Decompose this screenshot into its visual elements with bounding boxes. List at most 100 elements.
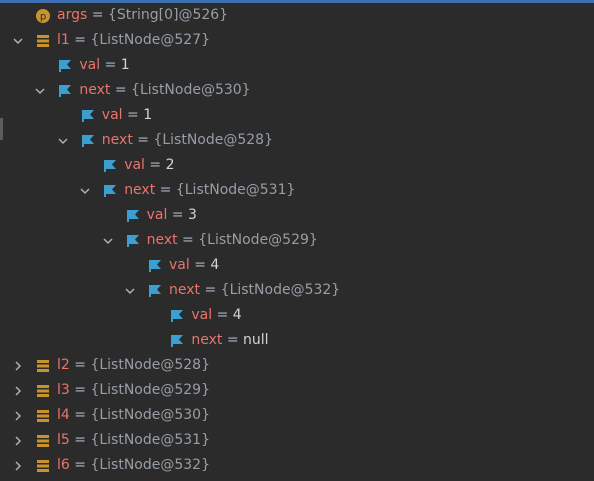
variable-label: val = 1 xyxy=(102,103,152,128)
equals-sign: = xyxy=(122,107,144,123)
chevron-down-icon[interactable] xyxy=(32,78,48,103)
variable-value: 3 xyxy=(188,207,197,223)
local-variable-icon xyxy=(35,378,51,403)
equals-sign: = xyxy=(144,157,166,173)
tree-row-args[interactable]: p args = {String[0]@526} xyxy=(0,3,594,28)
tree-row-val[interactable]: val = 2 xyxy=(0,153,594,178)
tree-row-next[interactable]: next = {ListNode@531} xyxy=(0,178,594,203)
variable-label: next = null xyxy=(191,328,268,353)
chevron-down-icon[interactable] xyxy=(55,128,71,153)
field-icon xyxy=(57,78,73,103)
variable-value: 2 xyxy=(165,157,175,173)
variable-name: l2 xyxy=(57,357,70,373)
variable-label: next = {ListNode@531} xyxy=(124,178,295,203)
chevron-down-icon[interactable] xyxy=(122,278,138,303)
variable-label: next = {ListNode@532} xyxy=(169,278,340,303)
field-icon xyxy=(125,203,141,228)
variable-name: next xyxy=(169,282,201,298)
variable-value: {ListNode@529} xyxy=(198,232,318,248)
local-variable-icon xyxy=(35,428,51,453)
variable-value: {ListNode@529} xyxy=(90,382,210,398)
variable-name: val xyxy=(79,57,101,73)
equals-sign: = xyxy=(155,182,176,198)
variable-label: l1 = {ListNode@527} xyxy=(57,28,210,53)
equals-sign: = xyxy=(69,357,91,373)
tree-row-val[interactable]: val = 1 xyxy=(0,53,594,78)
variable-name: l1 xyxy=(57,32,70,48)
variable-name: next xyxy=(146,232,178,248)
equals-sign: = xyxy=(69,432,91,448)
variable-value: 1 xyxy=(120,57,130,73)
variable-value: 4 xyxy=(232,307,242,323)
chevron-right-icon[interactable] xyxy=(10,403,26,428)
equals-sign: = xyxy=(177,232,199,248)
variable-name: next xyxy=(101,132,133,148)
field-icon xyxy=(169,303,185,328)
variable-label: l4 = {ListNode@530} xyxy=(57,403,210,428)
tree-row-l4[interactable]: l4 = {ListNode@530} xyxy=(0,403,594,428)
field-icon xyxy=(80,128,96,153)
equals-sign: = xyxy=(110,82,132,98)
variable-name: l6 xyxy=(57,457,70,473)
local-variable-icon xyxy=(35,403,51,428)
variable-name: l5 xyxy=(57,432,70,448)
field-icon xyxy=(169,328,185,353)
equals-sign: = xyxy=(212,307,233,323)
equals-sign: = xyxy=(132,132,154,148)
tree-row-next[interactable]: next = {ListNode@532} xyxy=(0,278,594,303)
variable-value: {ListNode@532} xyxy=(220,282,341,298)
field-icon xyxy=(102,178,118,203)
variable-label: l5 = {ListNode@531} xyxy=(57,428,210,453)
tree-row-val[interactable]: val = 3 xyxy=(0,203,594,228)
equals-sign: = xyxy=(69,32,91,48)
chevron-right-icon[interactable] xyxy=(10,353,26,378)
variable-name: val xyxy=(101,107,123,123)
param-icon: p xyxy=(35,3,51,28)
chevron-right-icon[interactable] xyxy=(10,378,26,403)
variable-label: val = 2 xyxy=(124,153,174,178)
variable-label: l6 = {ListNode@532} xyxy=(57,453,210,478)
chevron-down-icon[interactable] xyxy=(10,28,26,53)
variable-name: next xyxy=(191,332,223,348)
chevron-right-icon[interactable] xyxy=(10,453,26,478)
tree-row-l6[interactable]: l6 = {ListNode@532} xyxy=(0,453,594,478)
tree-row-next[interactable]: next = null xyxy=(0,328,594,353)
variable-label: val = 1 xyxy=(79,53,129,78)
tree-row-next[interactable]: next = {ListNode@529} xyxy=(0,228,594,253)
tree-row-l2[interactable]: l2 = {ListNode@528} xyxy=(0,353,594,378)
variable-value: {ListNode@532} xyxy=(90,457,210,473)
variable-name: next xyxy=(79,82,111,98)
variable-value: {ListNode@531} xyxy=(175,182,296,198)
variable-value: 1 xyxy=(143,107,153,123)
local-variable-icon xyxy=(35,28,51,53)
chevron-down-icon[interactable] xyxy=(100,228,116,253)
tree-row-l3[interactable]: l3 = {ListNode@529} xyxy=(0,378,594,403)
variable-name: args xyxy=(57,7,88,23)
chevron-right-icon[interactable] xyxy=(10,428,26,453)
chevron-down-icon[interactable] xyxy=(77,178,93,203)
variable-label: val = 4 xyxy=(191,303,241,328)
tree-row-next[interactable]: next = {ListNode@530} xyxy=(0,78,594,103)
variable-name: val xyxy=(191,307,213,323)
tree-row-val[interactable]: val = 4 xyxy=(0,253,594,278)
equals-sign: = xyxy=(222,332,244,348)
variable-value: {ListNode@530} xyxy=(131,82,251,98)
variable-value: {ListNode@528} xyxy=(90,357,210,373)
tree-row-l5[interactable]: l5 = {ListNode@531} xyxy=(0,428,594,453)
variable-name: val xyxy=(169,257,190,273)
field-icon xyxy=(102,153,118,178)
field-icon xyxy=(125,228,141,253)
variable-label: next = {ListNode@530} xyxy=(79,78,250,103)
tree-row-next[interactable]: next = {ListNode@528} xyxy=(0,128,594,153)
tree-row-val[interactable]: val = 1 xyxy=(0,103,594,128)
variable-value: 4 xyxy=(210,257,220,273)
variable-name: val xyxy=(124,157,145,173)
variable-label: val = 4 xyxy=(169,253,219,278)
tree-row-val[interactable]: val = 4 xyxy=(0,303,594,328)
tree-row-l1[interactable]: l1 = {ListNode@527} xyxy=(0,28,594,53)
field-icon xyxy=(147,278,163,303)
equals-sign: = xyxy=(167,207,188,223)
variable-name: l3 xyxy=(57,382,70,398)
equals-sign: = xyxy=(69,382,91,398)
variable-value: {ListNode@531} xyxy=(90,432,210,448)
